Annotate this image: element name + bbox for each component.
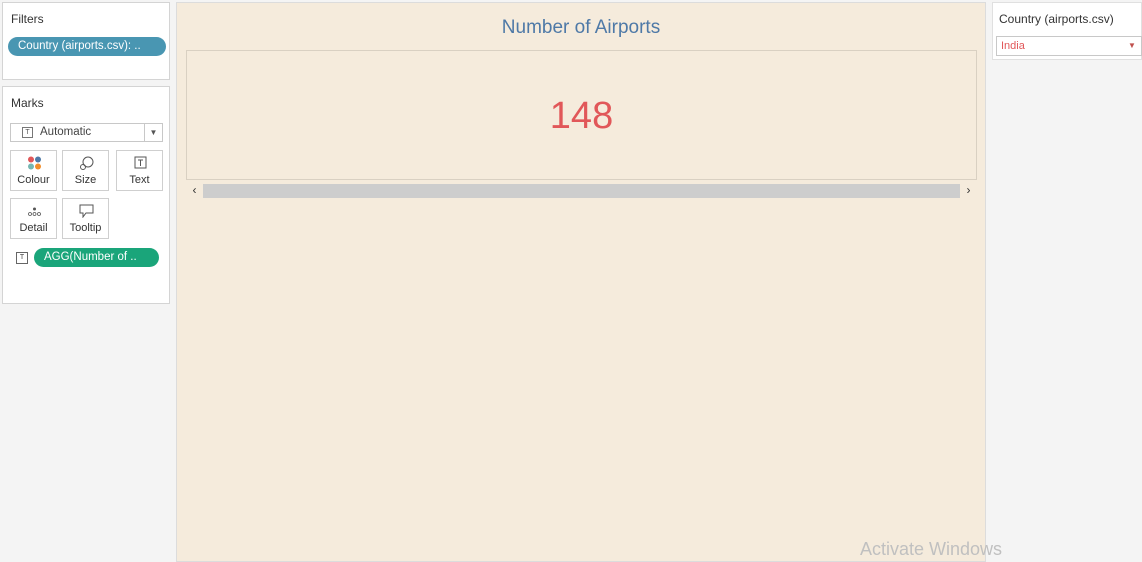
chevron-right-icon[interactable]: › — [960, 183, 977, 199]
chevron-left-icon[interactable]: ‹ — [186, 183, 203, 199]
detail-button[interactable]: Detail — [10, 198, 57, 239]
country-filter-title: Country (airports.csv) — [999, 12, 1114, 26]
text-icon — [134, 156, 147, 169]
tooltip-button[interactable]: Tooltip — [62, 198, 109, 239]
worksheet-view: Number of Airports 148 ‹ › — [176, 2, 986, 562]
colour-label: Colour — [17, 174, 50, 186]
mark-type-dropdown[interactable]: T Automatic ▼ — [10, 123, 163, 142]
mark-type-label: Automatic — [40, 126, 92, 138]
colour-icon — [28, 156, 41, 170]
kpi-value[interactable]: 148 — [187, 95, 976, 138]
filters-title: Filters — [11, 12, 44, 26]
detail-icon — [28, 207, 41, 216]
filters-shelf: Filters Country (airports.csv): .. — [2, 2, 170, 80]
tooltip-label: Tooltip — [69, 222, 102, 234]
agg-measure-pill[interactable]: AGG(Number of .. — [34, 248, 159, 267]
size-button[interactable]: Size — [62, 150, 109, 191]
chevron-down-icon[interactable]: ▼ — [1123, 37, 1141, 55]
kpi-pane: 148 — [186, 50, 977, 180]
text-icon: T — [16, 252, 28, 264]
country-dropdown[interactable]: India ▼ — [996, 36, 1142, 56]
tooltip-icon — [79, 204, 94, 218]
country-filter-pill[interactable]: Country (airports.csv): .. — [8, 37, 166, 56]
text-button[interactable]: Text — [116, 150, 163, 191]
size-label: Size — [74, 174, 97, 186]
colour-button[interactable]: Colour — [10, 150, 57, 191]
text-label: Text — [129, 174, 150, 186]
marks-title: Marks — [11, 96, 44, 110]
scrollbar-thumb[interactable] — [203, 184, 960, 198]
horizontal-scrollbar[interactable]: ‹ › — [186, 183, 977, 199]
text-mark-icon: T — [22, 127, 33, 138]
chevron-down-icon[interactable]: ▼ — [144, 124, 162, 141]
marks-card: Marks T Automatic ▼ Colour Size Text Det… — [2, 86, 170, 304]
size-icon — [80, 156, 94, 170]
country-selected-value: India — [1001, 40, 1025, 52]
view-title: Number of Airports — [501, 17, 661, 38]
country-filter-card: Country (airports.csv) India ▼ — [992, 2, 1142, 60]
detail-label: Detail — [19, 222, 48, 234]
